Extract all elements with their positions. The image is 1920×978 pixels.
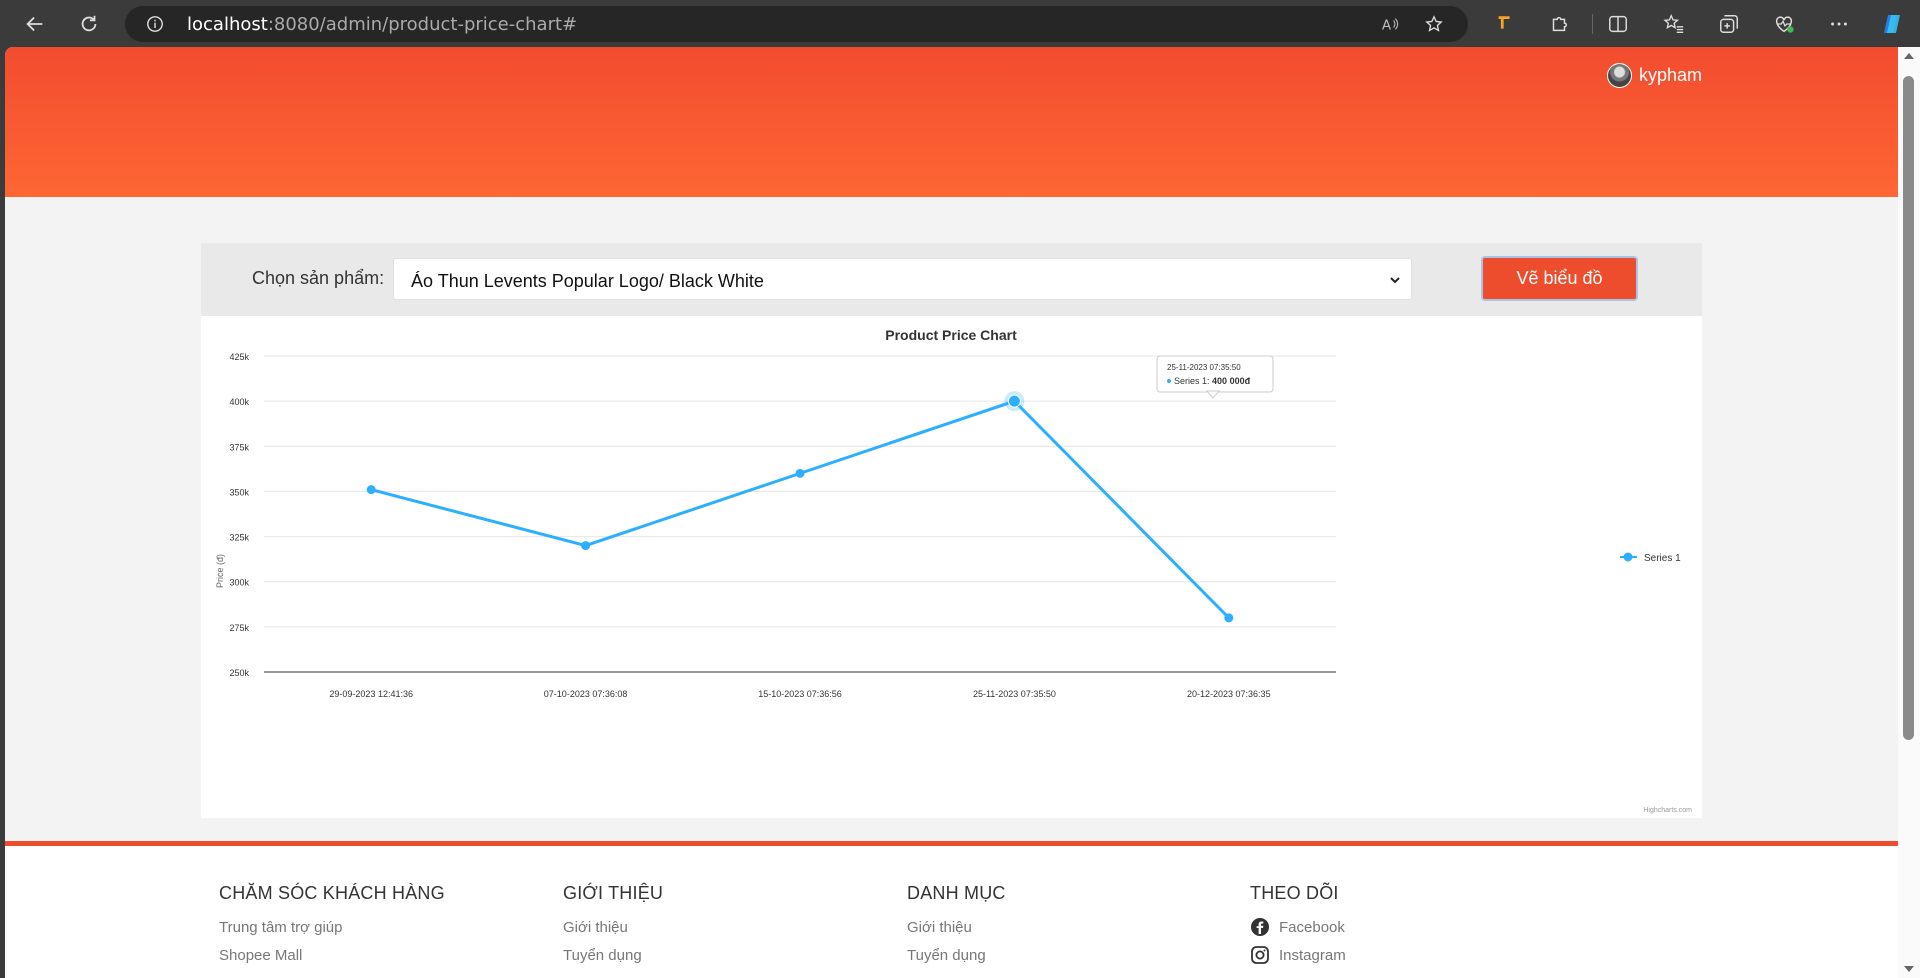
back-button[interactable]	[19, 8, 51, 40]
series-line	[370, 399, 1230, 619]
legend-marker	[1623, 552, 1633, 562]
x-tick-label: 20-12-2023 07:36:35	[1187, 689, 1271, 699]
x-tick-label: 25-11-2023 07:35:50	[973, 689, 1056, 699]
y-tick-label: 275k	[229, 623, 249, 633]
product-select-value: Áo Thun Levents Popular Logo/ Black Whit…	[411, 271, 764, 291]
x-axis-ticks: 29-09-2023 12:41:36 07-10-2023 07:36:08 15…	[329, 689, 1270, 699]
split-screen-icon[interactable]	[1606, 12, 1630, 36]
footer-col-title: DANH MỤC	[907, 883, 1006, 903]
puzzle-icon[interactable]	[1547, 12, 1571, 36]
price-chart: Product Price Chart Price (đ) 250k 275k 30…	[201, 316, 1702, 818]
footer-col-about: GIỚI THIỆU Giới thiệu Tuyển dụng	[563, 883, 663, 969]
product-select-label: Chọn sản phẩm:	[252, 268, 385, 288]
page-footer: CHĂM SÓC KHÁCH HÀNG Trung tâm trợ giúp S…	[5, 841, 1898, 978]
facebook-icon	[1251, 918, 1269, 936]
svg-text:A: A	[1382, 17, 1392, 33]
data-point[interactable]	[366, 485, 376, 495]
address-bar[interactable]: localhost:8080/admin/product-price-chart…	[125, 6, 1468, 42]
x-tick-label: 07-10-2023 07:36:08	[544, 689, 628, 699]
info-icon[interactable]	[146, 15, 164, 33]
footer-link-help-center[interactable]: Trung tâm trợ giúp	[219, 913, 445, 941]
chart-panel: Chọn sản phẩm: Áo Thun Levents Popular L…	[201, 243, 1702, 818]
y-axis-title: Price (đ)	[215, 554, 225, 588]
y-axis-ticks: 250k 275k 300k 325k 350k 375k 400k 425k	[229, 352, 249, 678]
footer-link-careers[interactable]: Tuyển dụng	[563, 941, 663, 969]
footer-link-about[interactable]: Giới thiệu	[563, 913, 663, 941]
draw-chart-button[interactable]: Vẽ biểu đồ	[1481, 256, 1638, 301]
data-point[interactable]	[795, 468, 805, 478]
chevron-down-icon	[1390, 277, 1400, 284]
footer-link-careers[interactable]: Tuyển dụng	[907, 941, 1006, 969]
scroll-down-arrow[interactable]	[1904, 966, 1914, 972]
x-tick-label: 15-10-2023 07:36:56	[758, 689, 842, 699]
y-tick-label: 300k	[229, 578, 249, 588]
y-tick-label: 325k	[229, 533, 249, 543]
legend-item-series-1[interactable]: Series 1	[1644, 553, 1681, 564]
footer-col-customer-care: CHĂM SÓC KHÁCH HÀNG Trung tâm trợ giúp S…	[219, 883, 445, 969]
footer-col-follow: THEO DÕI Facebook Instagram	[1250, 883, 1346, 969]
scrollbar-thumb[interactable]	[1903, 76, 1914, 740]
tooltip-marker	[1167, 379, 1171, 383]
footer-col-categories: DANH MỤC Giới thiệu Tuyển dụng	[907, 883, 1006, 969]
series-group	[366, 391, 1234, 623]
footer-link-about[interactable]: Giới thiệu	[907, 913, 1006, 941]
chart-title: Product Price Chart	[885, 327, 1017, 343]
y-tick-label: 400k	[229, 397, 249, 407]
instagram-icon	[1251, 946, 1269, 964]
footer-col-title: CHĂM SÓC KHÁCH HÀNG	[219, 883, 445, 903]
star-icon[interactable]	[1425, 15, 1443, 33]
tooltip-body: Series 1: 400 000đ	[1174, 376, 1251, 386]
y-tick-label: 350k	[229, 487, 249, 497]
y-tick-label: 375k	[229, 442, 249, 452]
toolbar-divider	[1592, 14, 1593, 34]
data-point[interactable]	[1224, 613, 1234, 623]
tooltip-value: 400 000đ	[1212, 376, 1251, 386]
tooltip-header: 25-11-2023 07:35:50	[1167, 363, 1241, 372]
browser-essentials-icon[interactable]	[1772, 12, 1796, 36]
footer-col-title: THEO DÕI	[1250, 883, 1339, 903]
footer-link-facebook[interactable]: Facebook	[1250, 913, 1346, 941]
chart-legend[interactable]: Series 1	[1620, 552, 1681, 565]
data-point[interactable]	[581, 541, 591, 551]
tooltip-box	[1156, 355, 1274, 393]
footer-link-shopee-mall[interactable]: Shopee Mall	[219, 941, 445, 969]
chart-tooltip: 25-11-2023 07:35:50 Series 1: 400 000đ	[1156, 355, 1274, 399]
arrow-left-icon	[26, 16, 43, 32]
copilot-icon[interactable]	[1880, 12, 1904, 36]
page-scrollbar[interactable]	[1898, 47, 1920, 978]
chart-credits[interactable]: Highcharts.com	[1643, 807, 1692, 814]
read-aloud-icon[interactable]: A	[1381, 15, 1399, 33]
x-tick-label: 29-09-2023 12:41:36	[329, 689, 413, 699]
y-tick-label: 425k	[229, 352, 249, 362]
page-header: kypham	[5, 47, 1898, 197]
data-point[interactable]	[1007, 394, 1021, 408]
footer-link-label: Facebook	[1279, 918, 1345, 936]
footer-col-title: GIỚI THIỆU	[563, 883, 664, 903]
favorites-icon[interactable]	[1662, 12, 1686, 36]
product-select[interactable]: Áo Thun Levents Popular Logo/ Black Whit…	[393, 258, 1412, 300]
chart-grid	[264, 355, 1336, 673]
username: kypham	[1639, 65, 1703, 85]
scroll-up-arrow[interactable]	[1904, 53, 1914, 59]
avatar	[1607, 63, 1632, 88]
y-tick-label: 250k	[229, 668, 249, 678]
more-options-icon[interactable]	[1827, 12, 1851, 36]
browser-toolbar: localhost:8080/admin/product-price-chart…	[0, 0, 1920, 47]
page-viewport: kypham Chọn sản phẩm: Áo Thun Levents Po…	[5, 47, 1898, 978]
chart-svg: Product Price Chart Price (đ) 250k 275k 30…	[215, 327, 1692, 814]
footer-link-label: Instagram	[1279, 946, 1346, 964]
tooltip-series-label: Series 1:	[1174, 376, 1210, 386]
extension-icon[interactable]	[1493, 12, 1517, 36]
reload-button[interactable]	[73, 8, 105, 40]
reload-icon	[81, 15, 97, 32]
control-bar: Chọn sản phẩm: Áo Thun Levents Popular L…	[201, 243, 1702, 316]
user-menu[interactable]: kypham	[1607, 63, 1702, 88]
url-text: localhost:8080/admin/product-price-chart…	[187, 14, 578, 35]
collections-icon[interactable]	[1717, 12, 1741, 36]
tooltip-arrow	[1205, 390, 1221, 399]
footer-link-instagram[interactable]: Instagram	[1250, 941, 1346, 969]
